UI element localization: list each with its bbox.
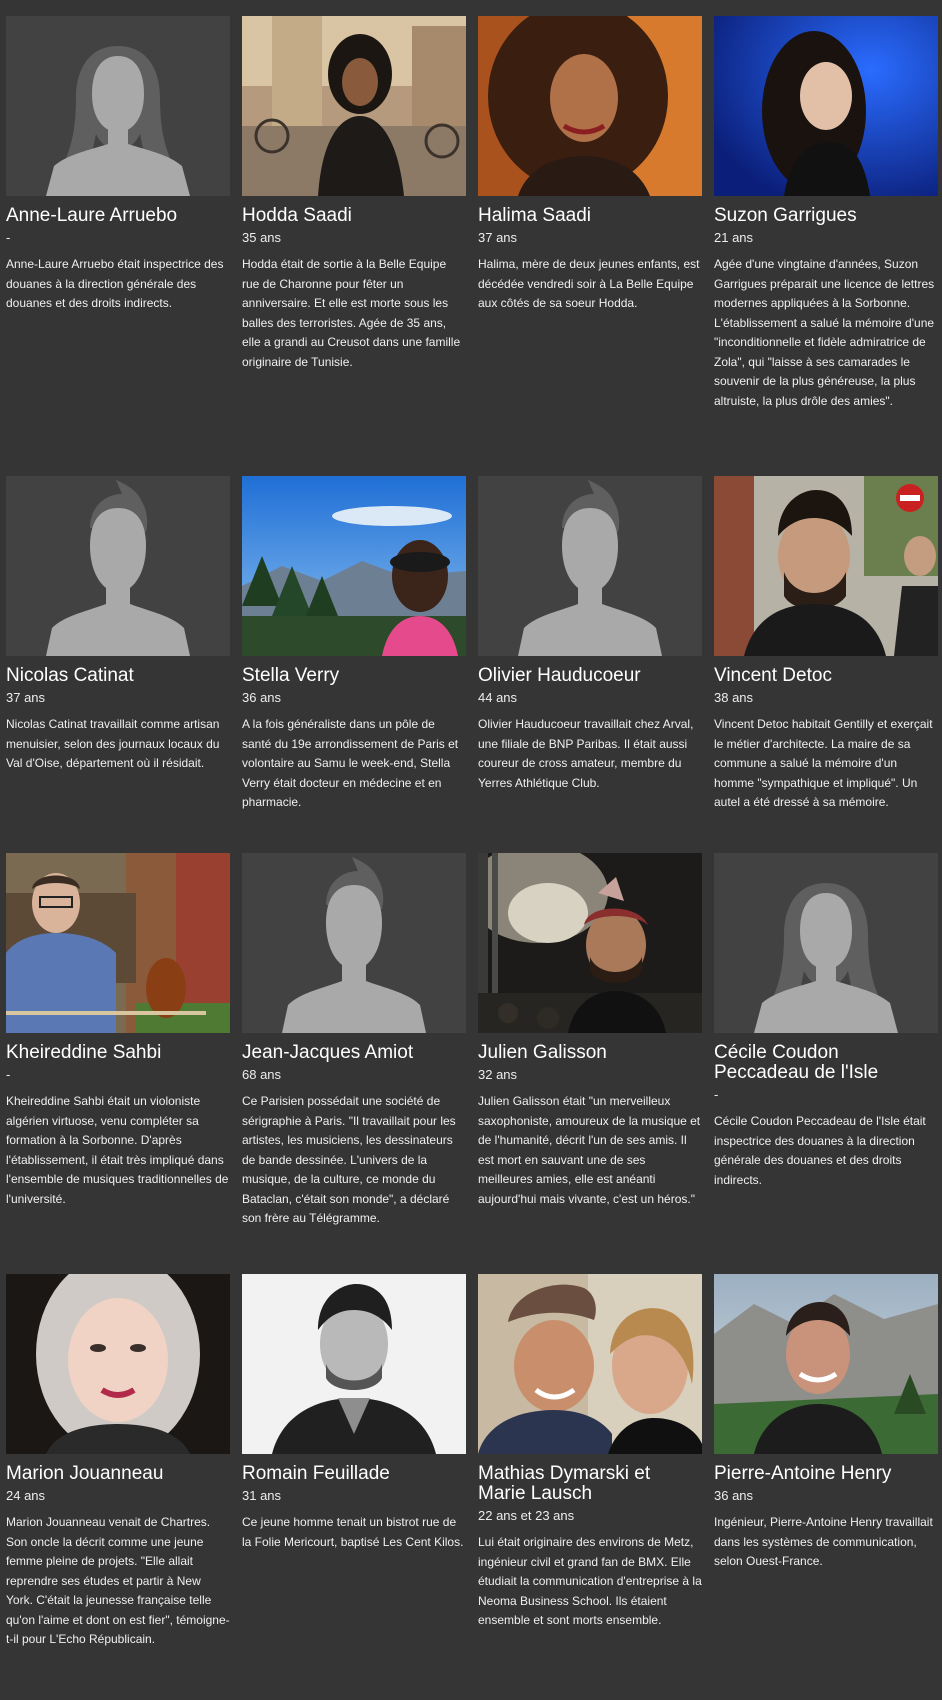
victim-name: Julien Galisson	[478, 1042, 607, 1063]
victim-name: Jean-Jacques Amiot	[242, 1042, 414, 1063]
victim-photo	[6, 853, 230, 1033]
woman-silhouette-icon	[46, 46, 190, 196]
victim-card: Pierre-Antoine Henry 36 ans Ingénieur, P…	[714, 1274, 938, 1572]
victim-photo	[714, 476, 938, 656]
victim-name: Kheireddine Sahbi	[6, 1042, 162, 1063]
man-silhouette-icon	[518, 480, 662, 656]
victims-grid: Anne-Laure Arruebo - Anne-Laure Arruebo …	[0, 0, 942, 1700]
avatar-placeholder-man	[478, 476, 702, 656]
portrait-image	[714, 1274, 938, 1454]
victim-card: Romain Feuillade 31 ans Ce jeune homme t…	[242, 1274, 466, 1552]
victim-bio: Anne-Laure Arruebo était inspectrice des…	[6, 257, 224, 310]
victim-name: Suzon Garrigues	[714, 205, 857, 226]
victim-age: -	[6, 230, 11, 245]
victim-bio: Agée d'une vingtaine d'années, Suzon Gar…	[714, 257, 935, 408]
avatar-placeholder-man	[242, 853, 466, 1033]
victim-card: Hodda Saadi 35 ans Hodda était de sortie…	[242, 16, 466, 372]
victim-age: -	[714, 1087, 719, 1102]
victim-name: Halima Saadi	[478, 205, 591, 226]
victim-bio: Olivier Hauducoeur travaillait chez Arva…	[478, 717, 694, 790]
avatar-placeholder-woman	[6, 16, 230, 196]
man-silhouette-icon	[46, 480, 190, 656]
victim-bio: Ce Parisien possédait une société de sér…	[242, 1094, 456, 1225]
victim-photo	[714, 1274, 938, 1454]
man-silhouette-icon	[282, 857, 426, 1033]
victim-age: 38 ans	[714, 690, 754, 705]
victim-photo	[242, 1274, 466, 1454]
victim-bio: Halima, mère de deux jeunes enfants, est…	[478, 257, 700, 310]
victim-card: Anne-Laure Arruebo - Anne-Laure Arruebo …	[6, 16, 230, 314]
portrait-image	[242, 1274, 466, 1454]
victim-bio: Ce jeune homme tenait un bistrot rue de …	[242, 1515, 464, 1549]
victim-bio: Kheireddine Sahbi était un violoniste al…	[6, 1094, 229, 1206]
portrait-image	[478, 853, 702, 1033]
victim-photo	[478, 853, 702, 1033]
victim-bio: Julien Galisson était "un merveilleux sa…	[478, 1094, 701, 1206]
woman-silhouette-icon	[754, 883, 898, 1033]
victim-card: Kheireddine Sahbi - Kheireddine Sahbi ét…	[6, 853, 230, 1209]
portrait-image	[6, 853, 230, 1033]
victim-name: Romain Feuillade	[242, 1463, 390, 1484]
victim-age: 37 ans	[6, 690, 46, 705]
victim-bio: Lui était originaire des environs de Met…	[478, 1535, 702, 1627]
victim-bio: Nicolas Catinat travaillait comme artisa…	[6, 717, 220, 770]
victim-card: Jean-Jacques Amiot 68 ans Ce Parisien po…	[242, 853, 466, 1229]
victim-name: Marion Jouanneau	[6, 1463, 164, 1484]
victim-name: Stella Verry	[242, 665, 340, 686]
victim-age: 35 ans	[242, 230, 282, 245]
victim-photo	[714, 16, 938, 196]
victim-card: Mathias Dymarski et Marie Lausch 22 ans …	[478, 1274, 702, 1631]
victim-card: Nicolas Catinat 37 ans Nicolas Catinat t…	[6, 476, 230, 774]
victim-bio: Hodda était de sortie à la Belle Equipe …	[242, 257, 461, 369]
portrait-image	[242, 16, 466, 196]
victim-card: Olivier Hauducoeur 44 ans Olivier Hauduc…	[478, 476, 702, 793]
portrait-image	[6, 1274, 230, 1454]
victim-photo	[242, 16, 466, 196]
victim-name: Olivier Hauducoeur	[478, 665, 641, 686]
victim-photo	[478, 16, 702, 196]
portrait-image	[714, 16, 938, 196]
victim-photo	[242, 476, 466, 656]
victim-age: 36 ans	[714, 1488, 754, 1503]
victim-age: -	[6, 1067, 11, 1082]
victim-card: Vincent Detoc 38 ans Vincent Detoc habit…	[714, 476, 938, 813]
victim-name: Vincent Detoc	[714, 665, 832, 686]
victim-age: 37 ans	[478, 230, 518, 245]
victim-photo	[6, 1274, 230, 1454]
victim-age: 32 ans	[478, 1067, 518, 1082]
portrait-image	[242, 476, 466, 656]
portrait-image	[714, 476, 938, 656]
portrait-image	[478, 1274, 702, 1454]
victim-card: Halima Saadi 37 ans Halima, mère de deux…	[478, 16, 702, 314]
victim-age: 44 ans	[478, 690, 518, 705]
victim-card: Julien Galisson 32 ans Julien Galisson é…	[478, 853, 702, 1209]
victim-age: 21 ans	[714, 230, 754, 245]
victim-age: 31 ans	[242, 1488, 282, 1503]
victim-age: 68 ans	[242, 1067, 282, 1082]
victim-card: Cécile Coudon Peccadeau de l'Isle - Céci…	[714, 853, 938, 1190]
victim-card: Marion Jouanneau 24 ans Marion Jouanneau…	[6, 1274, 230, 1650]
victim-age: 24 ans	[6, 1488, 46, 1503]
victim-name: Hodda Saadi	[242, 205, 352, 226]
victim-name: Cécile Coudon Peccadeau de l'Isle	[714, 1042, 879, 1083]
victim-bio: A la fois généraliste dans un pôle de sa…	[242, 717, 459, 809]
portrait-image	[478, 16, 702, 196]
victim-age: 22 ans et 23 ans	[478, 1508, 575, 1523]
victim-card: Suzon Garrigues 21 ans Agée d'une vingta…	[714, 16, 938, 411]
victim-bio: Marion Jouanneau venait de Chartres. Son…	[6, 1515, 230, 1646]
victim-name: Pierre-Antoine Henry	[714, 1463, 892, 1484]
avatar-placeholder-woman	[714, 853, 938, 1033]
victim-bio: Vincent Detoc habitait Gentilly et exerç…	[714, 717, 933, 809]
victim-name: Nicolas Catinat	[6, 665, 134, 686]
victim-photo	[478, 1274, 702, 1454]
victim-card: Stella Verry 36 ans A la fois généralist…	[242, 476, 466, 813]
victim-age: 36 ans	[242, 690, 282, 705]
victim-name: Mathias Dymarski et Marie Lausch	[478, 1463, 651, 1504]
victim-name: Anne-Laure Arruebo	[6, 205, 178, 226]
victim-bio: Cécile Coudon Peccadeau de l'Isle était …	[714, 1114, 926, 1187]
avatar-placeholder-man	[6, 476, 230, 656]
victim-bio: Ingénieur, Pierre-Antoine Henry travaill…	[714, 1515, 933, 1568]
